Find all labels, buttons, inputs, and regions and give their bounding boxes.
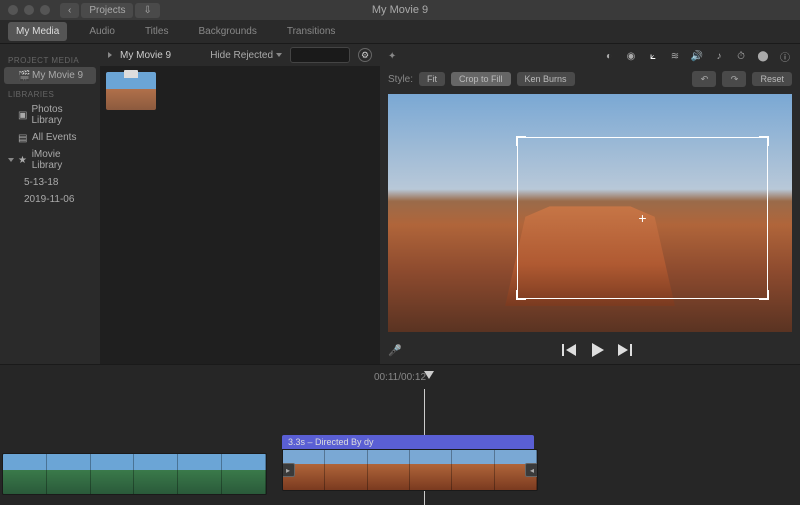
time-total: 00:12 — [401, 372, 426, 383]
browser-toolbar: My Movie 9 Hide Rejected ⚙ — [100, 44, 380, 66]
rotate-ccw-button[interactable]: ↶ — [692, 71, 716, 87]
crop-rectangle[interactable]: + — [517, 137, 767, 299]
stabilize-icon[interactable]: ≋ — [668, 49, 682, 63]
photos-icon: ▣ — [18, 110, 27, 120]
noise-reduction-icon[interactable]: ♪ — [712, 49, 726, 63]
time-current: 00:11 — [374, 372, 398, 383]
filter-dropdown[interactable]: Hide Rejected — [210, 50, 282, 61]
tab-titles[interactable]: Titles — [137, 22, 177, 41]
clip-trim-left[interactable]: ▸ — [282, 463, 295, 477]
minimize-window[interactable] — [24, 5, 34, 15]
sidebar-item-label: All Events — [32, 132, 76, 143]
video-track: 3.3s – Directed By dy ▸ ◂ — [0, 445, 800, 501]
crop-icon[interactable]: ⟀ — [646, 49, 660, 63]
timeline-header: 00:11 / 00:12 — [0, 365, 800, 389]
prev-frame-button[interactable] — [562, 344, 576, 356]
sidebar-project-label: My Movie 9 — [32, 70, 83, 81]
style-label: Style: — [388, 74, 413, 85]
next-frame-button[interactable] — [618, 344, 632, 356]
rotate-cw-button[interactable]: ↷ — [722, 71, 746, 87]
speed-icon[interactable]: ⏱ — [734, 49, 748, 63]
clip-trim-right[interactable]: ◂ — [525, 463, 538, 477]
info-icon[interactable]: ⓘ — [778, 49, 792, 63]
close-window[interactable] — [8, 5, 18, 15]
volume-icon[interactable]: 🔊 — [690, 49, 704, 63]
crop-style-bar: Style: Fit Crop to Fill Ken Burns ↶ ↷ Re… — [380, 68, 800, 90]
preview-image: + — [388, 94, 792, 332]
viewer-toolbar: ✦ ◐ ◉ ⟀ ≋ 🔊 ♪ ⏱ ⬤ ⓘ — [380, 44, 800, 68]
sidebar-header-libraries: LIBRARIES — [4, 88, 96, 101]
style-kenburns-button[interactable]: Ken Burns — [517, 72, 575, 86]
crop-center-icon: + — [638, 210, 646, 226]
tab-my-media[interactable]: My Media — [8, 22, 67, 41]
playback-controls — [562, 343, 632, 357]
sidebar-item-label: iMovie Library — [32, 149, 92, 171]
gear-icon: ⚙ — [361, 50, 369, 61]
clip-title: Directed By dy — [315, 437, 374, 447]
window-title: My Movie 9 — [372, 4, 428, 16]
sidebar-event-2[interactable]: 2019-11-06 — [4, 191, 96, 208]
preview-viewport[interactable]: + — [388, 94, 792, 332]
style-fit-button[interactable]: Fit — [419, 72, 445, 86]
clip-duration: 3.3s — [288, 437, 305, 447]
search-input[interactable] — [290, 47, 350, 63]
crop-handle-tr[interactable] — [759, 136, 769, 146]
back-button[interactable]: ‹ — [60, 3, 79, 18]
crop-handle-br[interactable] — [759, 290, 769, 300]
reset-button[interactable]: Reset — [752, 72, 792, 86]
import-button[interactable]: ⇩ — [135, 3, 159, 18]
clip-filter-icon[interactable]: ⬤ — [756, 49, 770, 63]
clip-sep: – — [305, 437, 315, 447]
color-balance-icon[interactable]: ◐ — [602, 49, 616, 63]
chevron-right-icon — [108, 52, 112, 58]
sidebar-header-project: PROJECT MEDIA — [4, 54, 96, 67]
playhead-marker[interactable] — [424, 371, 434, 379]
tab-transitions[interactable]: Transitions — [279, 22, 344, 41]
sidebar-imovie-library[interactable]: ★ iMovie Library — [4, 146, 96, 174]
sidebar-all-events[interactable]: ▤ All Events — [4, 129, 96, 146]
media-browser: My Movie 9 Hide Rejected ⚙ — [100, 44, 380, 364]
sidebar-item-label: Photos Library — [31, 104, 92, 126]
nav-buttons: ‹ Projects ⇩ — [60, 3, 160, 18]
clapperboard-icon: 🎬 — [18, 71, 28, 81]
viewer-footer: 🎤 — [380, 336, 800, 364]
timeline-body[interactable]: 3.3s – Directed By dy ▸ ◂ — [0, 389, 800, 505]
play-button[interactable] — [590, 343, 604, 357]
crop-handle-bl[interactable] — [516, 290, 526, 300]
timeline-clip-2[interactable]: ▸ ◂ — [282, 449, 538, 491]
timeline-clip-1[interactable] — [2, 453, 267, 495]
crop-handle-tl[interactable] — [516, 136, 526, 146]
zoom-window[interactable] — [40, 5, 50, 15]
sidebar: PROJECT MEDIA 🎬 My Movie 9 LIBRARIES ▣ P… — [0, 44, 100, 364]
timeline: 00:11 / 00:12 3.3s – Directed By dy ▸ ◂ — [0, 364, 800, 505]
sidebar-event-1[interactable]: 5-13-18 — [4, 174, 96, 191]
tab-audio[interactable]: Audio — [81, 22, 123, 41]
titlebar: ‹ Projects ⇩ My Movie 9 — [0, 0, 800, 20]
clip-title-bar[interactable]: 3.3s – Directed By dy — [282, 435, 534, 449]
settings-menu[interactable]: ⚙ — [358, 48, 372, 62]
browser-tabbar: My Media Audio Titles Backgrounds Transi… — [0, 20, 800, 44]
color-correction-icon[interactable]: ◉ — [624, 49, 638, 63]
traffic-lights — [8, 5, 50, 15]
browser-title: My Movie 9 — [120, 50, 171, 61]
projects-button[interactable]: Projects — [81, 3, 133, 18]
viewer-panel: ✦ ◐ ◉ ⟀ ≋ 🔊 ♪ ⏱ ⬤ ⓘ Style: Fit Crop to F… — [380, 44, 800, 364]
sidebar-photos-library[interactable]: ▣ Photos Library — [4, 101, 96, 129]
browser-body[interactable] — [100, 66, 380, 364]
chevron-down-icon — [276, 53, 282, 57]
sidebar-project[interactable]: 🎬 My Movie 9 — [4, 67, 96, 84]
star-icon: ★ — [18, 155, 28, 165]
style-crop-button[interactable]: Crop to Fill — [451, 72, 511, 86]
calendar-icon: ▤ — [18, 133, 28, 143]
filter-label: Hide Rejected — [210, 50, 273, 61]
voiceover-icon[interactable]: 🎤 — [388, 344, 402, 357]
tab-backgrounds[interactable]: Backgrounds — [190, 22, 264, 41]
timeline-clip-2-wrapper: 3.3s – Directed By dy ▸ ◂ — [282, 435, 538, 491]
chevron-down-icon — [8, 158, 14, 162]
media-thumbnail[interactable] — [106, 72, 156, 110]
enhance-icon[interactable]: ✦ — [388, 51, 396, 62]
